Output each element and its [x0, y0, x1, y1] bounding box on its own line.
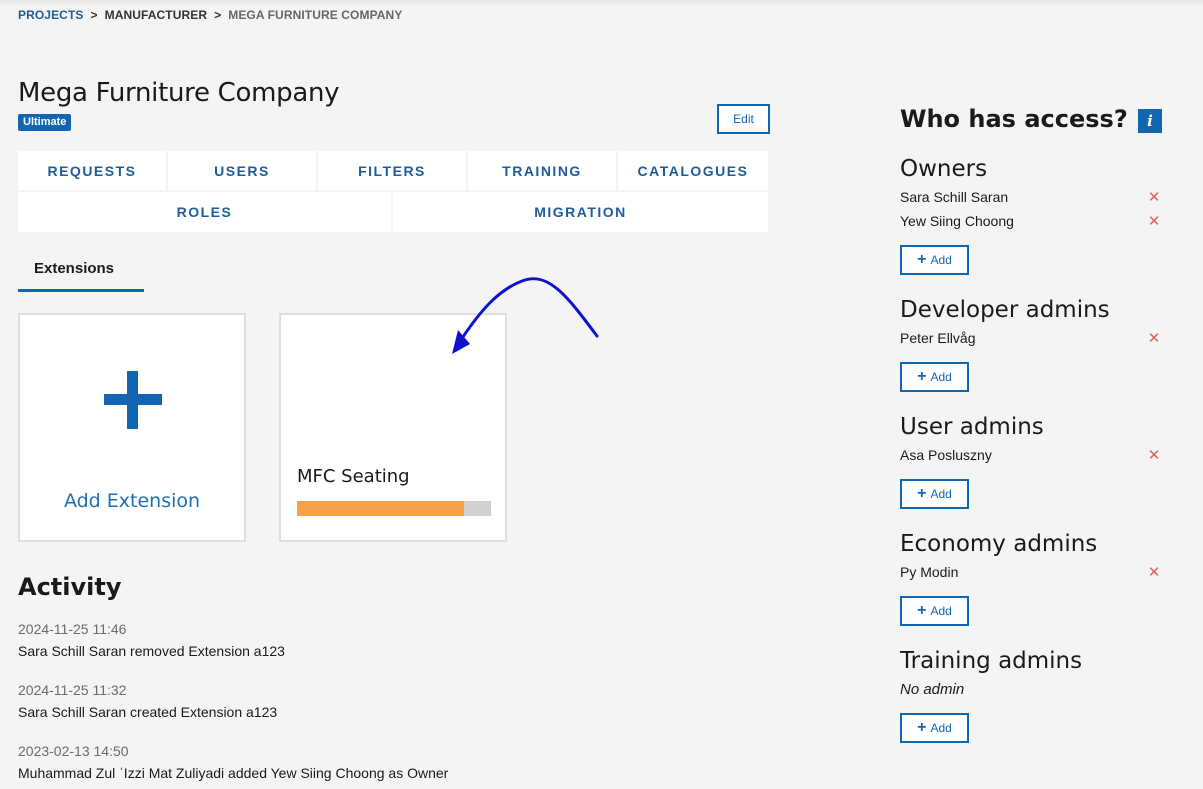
no-admin-text: No admin	[900, 681, 965, 698]
activity-text: Sara Schill Saran removed Extension a123	[18, 643, 285, 659]
group-title: Economy admins	[900, 531, 1098, 557]
member-name: Peter Ellvåg	[900, 330, 976, 346]
member-name: Sara Schill Saran	[900, 189, 1009, 205]
remove-icon[interactable]: ✕	[1146, 212, 1162, 230]
tab-extensions[interactable]: Extensions	[18, 250, 144, 292]
remove-icon[interactable]: ✕	[1146, 329, 1162, 347]
plan-badge: Ultimate	[18, 114, 72, 131]
progress-fill	[297, 501, 464, 516]
nav-filters[interactable]: FILTERS	[318, 151, 468, 190]
group-title: User admins	[900, 414, 1044, 440]
breadcrumb-manufacturer[interactable]: MANUFACTURER	[105, 8, 208, 22]
add-label: Add	[930, 253, 952, 267]
remove-icon[interactable]: ✕	[1146, 446, 1162, 464]
member-name: Py Modin	[900, 564, 959, 580]
add-label: Add	[930, 604, 952, 618]
nav-migration[interactable]: MIGRATION	[393, 192, 768, 232]
member-row: Asa Posluszny ✕	[900, 443, 1162, 467]
top-shadow	[0, 0, 1203, 6]
group-developer-admins: Developer admins Peter Ellvåg ✕ + Add	[900, 294, 1162, 392]
add-training-admin-button[interactable]: + Add	[900, 713, 969, 743]
plus-icon: +	[917, 251, 927, 268]
member-row: Yew Siing Choong ✕	[900, 209, 1162, 233]
activity-list: 2024-11-25 11:46 Sara Schill Saran remov…	[18, 619, 448, 789]
group-training-admins: Training admins No admin + Add	[900, 645, 1162, 743]
nav-roles[interactable]: ROLES	[18, 192, 393, 232]
member-name: Asa Posluszny	[900, 447, 992, 463]
plus-icon	[104, 371, 162, 429]
extension-name: MFC Seating	[297, 466, 410, 487]
extension-progress-bar	[297, 501, 491, 516]
chevron-right-icon: >	[214, 8, 222, 22]
nav-requests[interactable]: REQUESTS	[18, 151, 168, 190]
member-row: Py Modin ✕	[900, 560, 1162, 584]
member-row: Sara Schill Saran ✕	[900, 185, 1162, 209]
add-extension-label: Add Extension	[63, 490, 201, 512]
plus-icon: +	[917, 602, 927, 619]
plus-icon: +	[917, 719, 927, 736]
chevron-right-icon: >	[90, 8, 98, 22]
breadcrumb-current: MEGA FURNITURE COMPANY	[228, 8, 403, 22]
add-extension-card[interactable]: Add Extension	[18, 313, 246, 542]
group-title: Owners	[900, 156, 988, 182]
annotation-arrow-icon	[452, 277, 599, 354]
activity-text: Sara Schill Saran created Extension a123	[18, 704, 278, 720]
activity-text: Muhammad Zul ʿIzzi Mat Zuliyadi added Ye…	[18, 765, 449, 781]
section-nav: REQUESTS USERS FILTERS TRAINING CATALOGU…	[18, 151, 768, 232]
add-label: Add	[930, 721, 952, 735]
group-title: Developer admins	[900, 297, 1110, 323]
plus-icon: +	[917, 485, 927, 502]
group-title: Training admins	[900, 648, 1083, 674]
group-owners: Owners Sara Schill Saran ✕ Yew Siing Cho…	[900, 153, 1162, 275]
breadcrumb-projects[interactable]: PROJECTS	[18, 8, 83, 22]
add-label: Add	[930, 487, 952, 501]
activity-item: 2024-11-25 11:46 Sara Schill Saran remov…	[18, 619, 448, 663]
activity-title: Activity	[18, 573, 122, 601]
page-title: Mega Furniture Company	[18, 78, 340, 108]
remove-icon[interactable]: ✕	[1146, 188, 1162, 206]
edit-button[interactable]: Edit	[717, 104, 770, 134]
add-economy-admin-button[interactable]: + Add	[900, 596, 969, 626]
member-row: Peter Ellvåg ✕	[900, 326, 1162, 350]
info-icon[interactable]: i	[1138, 109, 1162, 133]
plus-icon: +	[917, 368, 927, 385]
activity-time: 2023-02-13 14:50	[18, 743, 129, 759]
remove-icon[interactable]: ✕	[1146, 563, 1162, 581]
access-title: Who has access?	[900, 105, 1128, 133]
activity-item: 2023-02-13 14:50 Muhammad Zul ʿIzzi Mat …	[18, 741, 448, 785]
nav-users[interactable]: USERS	[168, 151, 318, 190]
member-name: Yew Siing Choong	[900, 213, 1014, 229]
group-user-admins: User admins Asa Posluszny ✕ + Add	[900, 411, 1162, 509]
group-economy-admins: Economy admins Py Modin ✕ + Add	[900, 528, 1162, 626]
activity-time: 2024-11-25 11:32	[18, 682, 127, 698]
add-label: Add	[930, 370, 952, 384]
activity-item: 2024-11-25 11:32 Sara Schill Saran creat…	[18, 680, 448, 724]
add-user-admin-button[interactable]: + Add	[900, 479, 969, 509]
breadcrumb: PROJECTS > MANUFACTURER > MEGA FURNITURE…	[18, 8, 402, 22]
add-owner-button[interactable]: + Add	[900, 245, 969, 275]
nav-catalogues[interactable]: CATALOGUES	[618, 151, 768, 190]
activity-time: 2024-11-25 11:46	[18, 621, 127, 637]
nav-training[interactable]: TRAINING	[468, 151, 618, 190]
add-developer-admin-button[interactable]: + Add	[900, 362, 969, 392]
